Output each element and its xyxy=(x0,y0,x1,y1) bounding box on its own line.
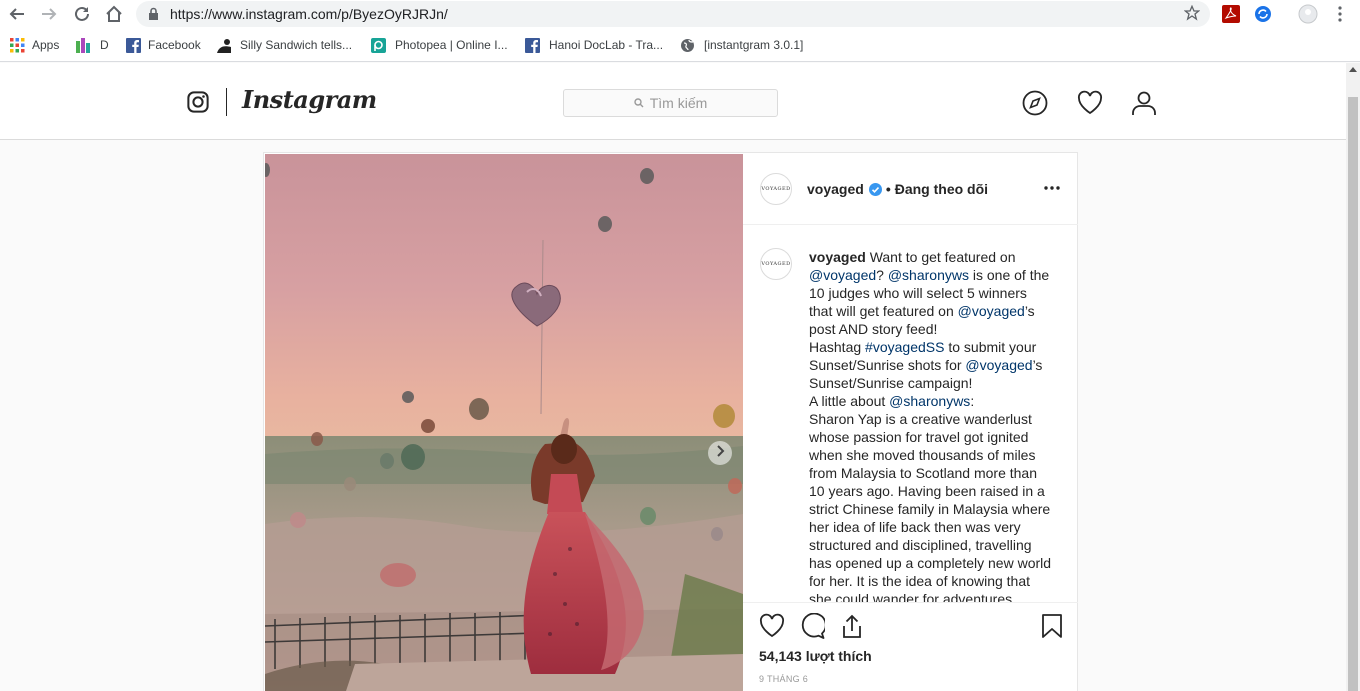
post-actions: 54,143 lượt thích 9 THÁNG 6 xyxy=(743,602,1078,691)
instagram-header: Instagram Tìm kiếm xyxy=(0,63,1346,140)
browser-toolbar: https://www.instagram.com/p/ByezOyRJRJn/ xyxy=(0,0,1360,28)
caption-area: VOYAGED voyaged Want to get featured on … xyxy=(743,226,1078,602)
logo-divider xyxy=(226,88,227,116)
bookmark-photopea[interactable]: Photopea | Online I... xyxy=(371,37,508,53)
forward-arrow-icon[interactable] xyxy=(38,3,60,25)
page-scrollbar[interactable] xyxy=(1346,63,1360,691)
back-arrow-icon[interactable] xyxy=(6,3,28,25)
caption-link[interactable]: @sharonyws xyxy=(889,393,970,409)
pdf-extension-icon[interactable] xyxy=(1222,5,1240,23)
apps-grid-icon xyxy=(10,37,25,53)
bookmark-instantgram[interactable]: [instantgram 3.0.1] xyxy=(680,37,803,53)
sync-extension-icon[interactable] xyxy=(1254,5,1272,23)
caption-segment: Sharon Yap is a creative wanderlust whos… xyxy=(809,411,1052,602)
scroll-up-arrow-icon[interactable] xyxy=(1349,67,1357,72)
caption-segment: : xyxy=(970,393,975,409)
post-photo[interactable] xyxy=(265,154,743,691)
search-input[interactable]: Tìm kiếm xyxy=(563,89,778,117)
post-header: VOYAGED voyaged • Đang theo dõi xyxy=(743,153,1078,225)
bookmark-facebook[interactable]: Facebook xyxy=(126,37,201,53)
bookmarks-bar: Apps D Facebook Silly Sandwich tells... … xyxy=(0,28,1360,62)
caption-username[interactable]: voyaged xyxy=(809,249,866,265)
bookmark-label: D xyxy=(100,38,109,52)
instagram-wordmark[interactable]: Instagram xyxy=(242,85,377,114)
save-bookmark-icon[interactable] xyxy=(1041,613,1063,644)
like-heart-icon[interactable] xyxy=(759,613,785,644)
search-placeholder: Tìm kiếm xyxy=(649,95,708,111)
bookmark-label: Photopea | Online I... xyxy=(395,38,508,52)
bookmark-label: Silly Sandwich tells... xyxy=(240,38,353,52)
post-date[interactable]: 9 THÁNG 6 xyxy=(759,674,808,684)
caption-link[interactable]: #voyagedSS xyxy=(865,339,944,355)
compass-explore-icon[interactable] xyxy=(1022,90,1048,116)
chevron-right-icon xyxy=(715,444,725,462)
caption-link[interactable]: @voyaged xyxy=(965,357,1032,373)
post-sidebar: VOYAGED voyaged • Đang theo dõi VOYAGED … xyxy=(743,153,1078,691)
scrollbar-thumb[interactable] xyxy=(1348,97,1358,691)
search-icon xyxy=(634,95,644,111)
verified-badge-icon xyxy=(868,182,882,196)
d-site-icon xyxy=(76,37,91,53)
facebook-icon xyxy=(525,37,540,53)
url-text[interactable]: https://www.instagram.com/p/ByezOyRJRJn/ xyxy=(170,6,448,22)
bookmark-hanoi-doclab[interactable]: Hanoi DocLab - Tra... xyxy=(525,37,663,53)
caption-text: voyaged Want to get featured on @voyaged… xyxy=(809,248,1054,602)
separator-dot: • xyxy=(885,181,891,197)
address-bar[interactable]: https://www.instagram.com/p/ByezOyRJRJn/ xyxy=(136,1,1210,27)
heart-activity-icon[interactable] xyxy=(1077,90,1103,116)
caption-segment: Want to get featured on xyxy=(869,249,1016,265)
comment-bubble-icon[interactable] xyxy=(799,612,827,644)
caption-segment: A little about xyxy=(809,393,890,409)
bookmark-label: Facebook xyxy=(148,38,201,52)
reload-icon[interactable] xyxy=(71,3,93,25)
share-icon[interactable] xyxy=(839,613,865,644)
more-options-icon[interactable] xyxy=(1043,179,1061,202)
post-card: VOYAGED voyaged • Đang theo dõi VOYAGED … xyxy=(263,152,1078,691)
bookmark-star-icon[interactable] xyxy=(1183,4,1201,26)
bookmark-label: [instantgram 3.0.1] xyxy=(704,38,804,52)
bookmark-d[interactable]: D xyxy=(76,37,109,53)
caption-link[interactable]: @sharonyws xyxy=(888,267,969,283)
lock-icon xyxy=(148,7,159,26)
post-photo-image xyxy=(265,154,743,691)
menu-kebab-icon[interactable] xyxy=(1333,5,1347,23)
next-photo-button[interactable] xyxy=(708,441,732,465)
globe-icon xyxy=(680,38,695,53)
bookmark-apps[interactable]: Apps xyxy=(10,37,59,53)
photopea-icon xyxy=(371,37,386,53)
silly-sandwich-icon xyxy=(216,38,231,53)
username-link[interactable]: voyaged xyxy=(807,181,864,197)
caption-link[interactable]: @voyaged xyxy=(958,303,1025,319)
avatar[interactable]: VOYAGED xyxy=(760,173,792,205)
follow-status-button[interactable]: Đang theo dõi xyxy=(895,181,988,197)
caption-segment: Hashtag xyxy=(809,339,866,355)
home-icon[interactable] xyxy=(103,3,125,25)
post-author: voyaged • Đang theo dõi xyxy=(807,181,988,197)
profile-icon[interactable] xyxy=(1298,4,1318,24)
caption-segment: ? xyxy=(876,267,888,283)
instagram-camera-icon[interactable] xyxy=(187,91,209,118)
facebook-icon xyxy=(126,37,141,53)
bookmark-label: Hanoi DocLab - Tra... xyxy=(549,38,664,52)
like-count[interactable]: 54,143 lượt thích xyxy=(759,648,872,664)
bookmark-silly-sandwich[interactable]: Silly Sandwich tells... xyxy=(216,37,352,53)
page-viewport: Instagram Tìm kiếm VOYAGED voyaged • Đan… xyxy=(0,63,1346,691)
bookmark-label: Apps xyxy=(32,38,60,52)
caption-link[interactable]: @voyaged xyxy=(809,267,876,283)
profile-user-icon[interactable] xyxy=(1131,90,1157,116)
avatar[interactable]: VOYAGED xyxy=(760,248,792,280)
